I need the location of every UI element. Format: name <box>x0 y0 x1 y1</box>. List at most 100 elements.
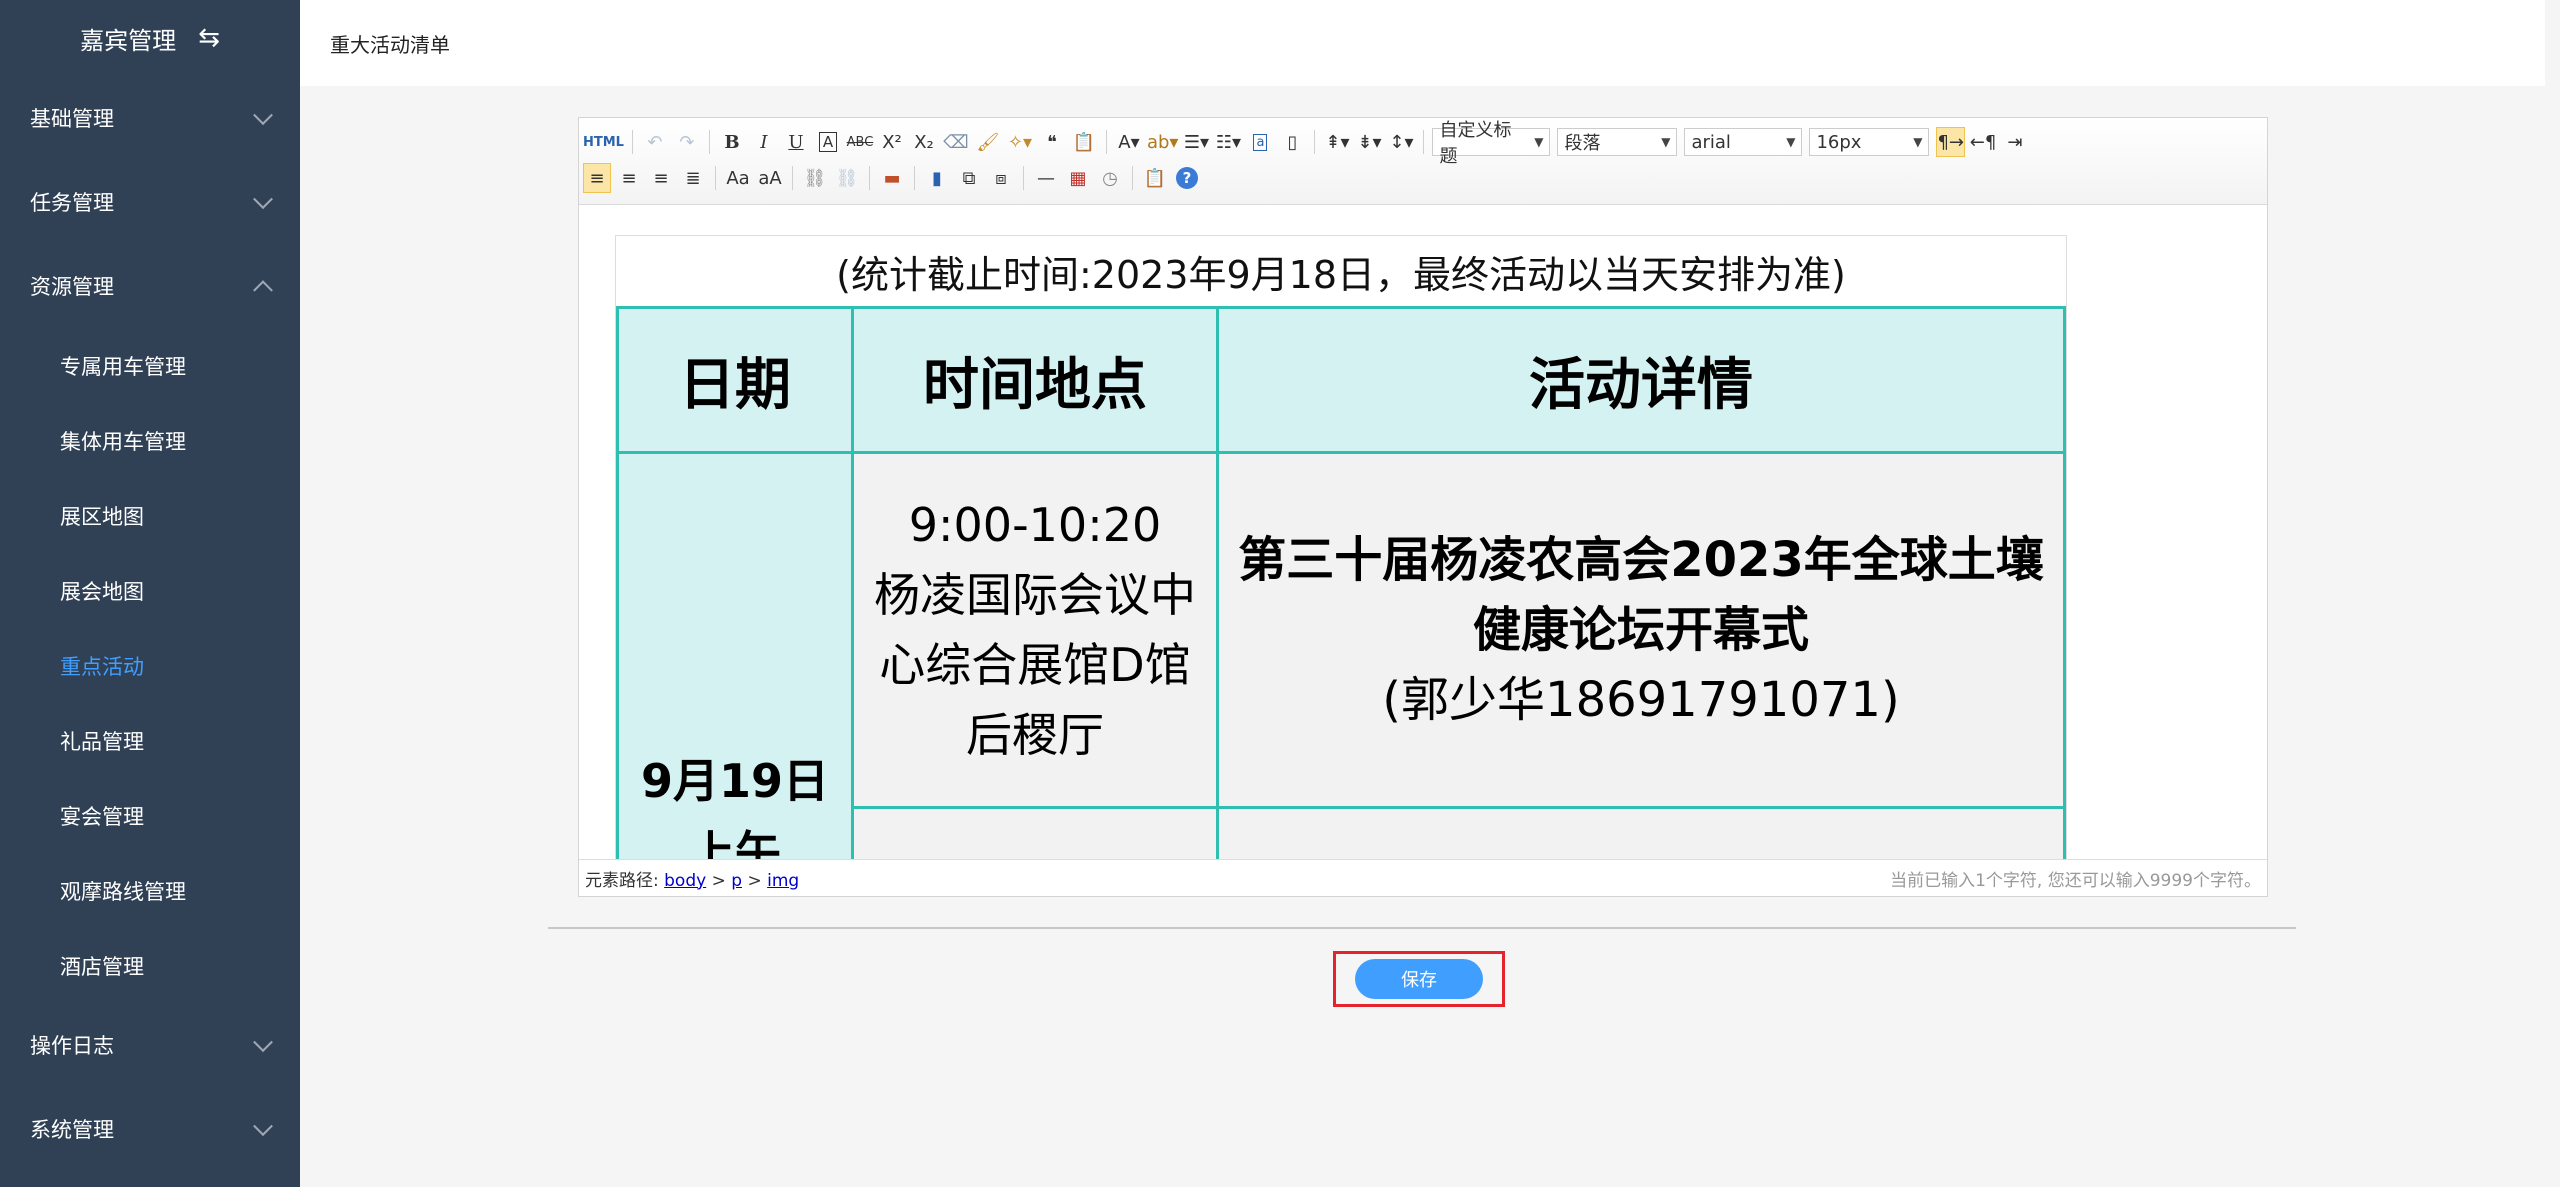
table-header-row: 日期 时间地点 活动详情 <box>616 306 2066 454</box>
time-place-cell: 9:00-10:20 杨凌国际会议中 心综合展馆D馆 后稷厅 <box>851 451 1219 809</box>
editor-content[interactable]: (统计截止时间:2023年9月18日，最终活动以当天安排为准) 日期 时间地点 … <box>579 205 2267 860</box>
event-details-cell: 第三十届杨凌农高会2023年全球土壤 健康论坛开幕式 (郭少华186917910… <box>1216 451 2066 809</box>
image-icon[interactable]: ▬ <box>878 163 906 193</box>
eraser-icon[interactable]: ⌫ <box>942 127 970 157</box>
code-icon[interactable]: ⧉ <box>955 163 983 193</box>
place-line-3: 后稷厅 <box>966 708 1104 762</box>
ltr-direction-icon[interactable]: ¶→ <box>1936 127 1966 157</box>
separator <box>914 166 915 190</box>
chevron-down-icon <box>253 1032 273 1053</box>
align-justify-icon[interactable]: ≣ <box>679 163 707 193</box>
horizontal-rule-button[interactable]: — <box>1032 163 1060 193</box>
separator <box>1023 166 1024 190</box>
font-color-button[interactable]: A ▾ <box>1115 127 1143 157</box>
paste-icon[interactable]: 📋 <box>1141 163 1169 193</box>
html-source-button[interactable]: HTML <box>583 127 624 157</box>
sidebar-item-tour-route[interactable]: 观摩路线管理 <box>0 853 300 928</box>
menu-item-system[interactable]: 系统管理 <box>0 1087 300 1171</box>
menu-item-logs[interactable]: 操作日志 <box>0 1003 300 1087</box>
divider <box>548 927 2296 929</box>
font-size-select-value: 16px <box>1816 131 1862 153</box>
document-note: (统计截止时间:2023年9月18日，最终活动以当天安排为准) <box>836 252 1846 297</box>
sidebar-item-hotel[interactable]: 酒店管理 <box>0 928 300 1003</box>
anchor-icon[interactable]: a <box>1246 127 1274 157</box>
path-link-img[interactable]: img <box>767 871 799 891</box>
insert-frame-icon[interactable]: ▮ <box>923 163 951 193</box>
rtl-direction-icon[interactable]: ←¶ <box>1969 127 1997 157</box>
font-size-select[interactable]: 16px ▼ <box>1809 128 1930 156</box>
highlight-color-icon[interactable]: ab▾ <box>1147 127 1179 157</box>
event-title-line-1: 第三十届杨凌农高会2023年全球土壤 <box>1238 532 2044 588</box>
strikethrough-button[interactable]: ABC <box>846 127 874 157</box>
toolbar-row-1: HTML ↶ ↷ B I U A ABC X² X₂ ⌫ 🖌 ✧▾ ❝ 📋 A ▾… <box>583 120 2263 167</box>
menu-item-basic[interactable]: 基础管理 <box>0 76 300 160</box>
separator <box>708 130 710 154</box>
template-icon[interactable]: ⧈ <box>987 163 1015 193</box>
sidebar-item-key-events[interactable]: 重点活动 <box>0 628 300 703</box>
paragraph-select-value: 段落 <box>1564 133 1601 154</box>
chevron-down-icon <box>253 1116 273 1137</box>
font-border-icon[interactable]: A <box>814 127 842 157</box>
event-contact: (郭少华18691791071) <box>1382 672 1900 728</box>
line-height-icon[interactable]: ↕▾ <box>1387 127 1415 157</box>
font-family-select[interactable]: arial ▼ <box>1684 128 1803 156</box>
heading-select-value: 自定义标题 <box>1439 120 1512 167</box>
editor-status-bar: 元素路径: body > p > img 当前已输入1个字符, 您还可以输入99… <box>579 859 2267 896</box>
heading-select[interactable]: 自定义标题 ▼ <box>1432 120 1551 167</box>
undo-icon[interactable]: ↶ <box>641 127 669 157</box>
event-table: 日期 时间地点 活动详情 9月19日 上午 9:00-10:20 杨凌国际会议中… <box>616 306 2066 860</box>
subscript-button[interactable]: X₂ <box>910 127 938 157</box>
time-icon[interactable]: ◷ <box>1096 163 1124 193</box>
sidebar-logo: 嘉宾管理 ⇆ <box>0 0 300 76</box>
sidebar-item-dedicated-car[interactable]: 专属用车管理 <box>0 328 300 403</box>
place-line-1: 杨凌国际会议中 <box>874 568 1196 622</box>
help-button[interactable]: ? <box>1173 163 1201 193</box>
bold-button[interactable]: B <box>718 127 746 157</box>
align-left-icon[interactable]: ≡ <box>583 163 611 193</box>
paragraph-select[interactable]: 段落 ▼ <box>1557 128 1678 156</box>
ordered-list-icon[interactable]: ☰▾ <box>1182 127 1210 157</box>
sidebar-item-area-map[interactable]: 展区地图 <box>0 478 300 553</box>
uppercase-icon[interactable]: Aa <box>724 163 752 193</box>
header-time-place: 时间地点 <box>851 306 1219 454</box>
unlink-icon[interactable]: ⛓ <box>833 163 861 193</box>
row-spacing-top-icon[interactable]: ⇞▾ <box>1323 127 1351 157</box>
auto-format-icon[interactable]: ✧▾ <box>1006 127 1034 157</box>
sidebar-item-gifts[interactable]: 礼品管理 <box>0 703 300 778</box>
dropdown-arrow-icon: ▼ <box>1534 135 1544 149</box>
align-center-icon[interactable]: ≡ <box>615 163 643 193</box>
italic-button[interactable]: I <box>750 127 778 157</box>
sidebar-item-banquet[interactable]: 宴会管理 <box>0 778 300 853</box>
align-right-icon[interactable]: ≡ <box>647 163 675 193</box>
path-link-p[interactable]: p <box>731 871 742 891</box>
menu-item-resource[interactable]: 资源管理 <box>0 244 300 328</box>
link-icon[interactable]: ⛓ <box>801 163 829 193</box>
separator <box>1423 130 1425 154</box>
row-spacing-bottom-icon[interactable]: ⇟▾ <box>1355 127 1383 157</box>
chevron-up-icon <box>253 280 273 301</box>
underline-button[interactable]: U <box>782 127 810 157</box>
indent-icon[interactable]: ⇥ <box>2001 127 2029 157</box>
format-brush-icon[interactable]: 🖌 <box>974 127 1002 157</box>
paste-plain-icon[interactable]: 📋 <box>1070 127 1098 157</box>
table-row: 9月19日 上午 9:00-10:20 杨凌国际会议中 心综合展馆D馆 后稷厅 … <box>616 451 2066 860</box>
toolbar-row-2: ≡ ≡ ≡ ≣ Aa aA ⛓ ⛓ ▬ ▮ ⧉ ⧈ — ▦ ◷ 📋 ? <box>583 160 2263 196</box>
blockquote-button[interactable]: ❝ <box>1038 127 1066 157</box>
page-break-icon[interactable]: ▯ <box>1278 127 1306 157</box>
lowercase-icon[interactable]: aA <box>756 163 784 193</box>
date-icon[interactable]: ▦ <box>1064 163 1092 193</box>
path-link-body[interactable]: body <box>664 871 706 891</box>
dropdown-arrow-icon: ▼ <box>1661 135 1671 149</box>
swap-icon[interactable]: ⇆ <box>198 25 220 51</box>
unordered-list-icon[interactable]: ☷▾ <box>1214 127 1242 157</box>
element-path: 元素路径: body > p > img <box>585 866 799 891</box>
menu-item-label: 资源管理 <box>30 275 114 299</box>
save-highlight: 保存 <box>1333 951 1505 1007</box>
save-button[interactable]: 保存 <box>1355 959 1483 999</box>
menu-item-task[interactable]: 任务管理 <box>0 160 300 244</box>
redo-icon[interactable]: ↷ <box>673 127 701 157</box>
sidebar-item-group-car[interactable]: 集体用车管理 <box>0 403 300 478</box>
sidebar-item-expo-map[interactable]: 展会地图 <box>0 553 300 628</box>
superscript-button[interactable]: X² <box>878 127 906 157</box>
embedded-image[interactable]: (统计截止时间:2023年9月18日，最终活动以当天安排为准) 日期 时间地点 … <box>615 235 2067 860</box>
